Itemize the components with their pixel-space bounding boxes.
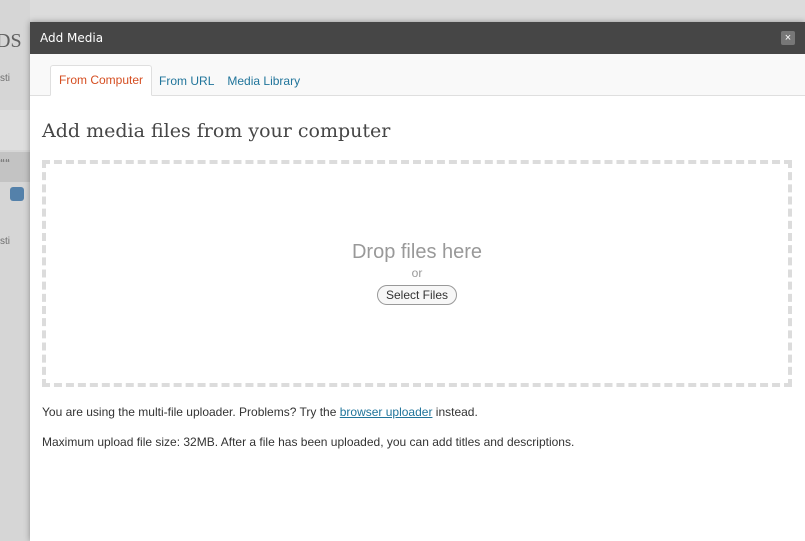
max-upload-note: Maximum upload file size: 32MB. After a … (42, 435, 575, 449)
tab-from-url[interactable]: From URL (153, 66, 220, 96)
page-title: Add media files from your computer (42, 120, 391, 142)
select-files-button[interactable]: Select Files (376, 285, 458, 305)
uploader-note: You are using the multi-file uploader. P… (42, 405, 793, 419)
tab-from-computer[interactable]: From Computer (50, 65, 153, 96)
add-media-dialog: Add Media × From Computer From URL Media… (30, 22, 805, 541)
tab-bar: From Computer From URL Media Library (30, 54, 805, 96)
dialog-content: Add media files from your computer Drop … (30, 120, 805, 449)
background-strip: DS sti ““ sti (0, 0, 30, 541)
dialog-title: Add Media (40, 31, 104, 45)
close-icon[interactable]: × (781, 31, 795, 45)
drop-or-label: or (411, 266, 423, 280)
uploader-note-text: You are using the multi-file uploader. P… (42, 405, 340, 419)
drop-zone[interactable]: Drop files here or Select Files (42, 160, 792, 387)
browser-uploader-link[interactable]: browser uploader (340, 405, 433, 419)
dialog-titlebar: Add Media × (30, 22, 805, 54)
overlay (0, 0, 30, 541)
drop-title: Drop files here (351, 241, 483, 263)
tab-media-library[interactable]: Media Library (221, 66, 306, 96)
uploader-note-text-end: instead. (432, 405, 478, 419)
